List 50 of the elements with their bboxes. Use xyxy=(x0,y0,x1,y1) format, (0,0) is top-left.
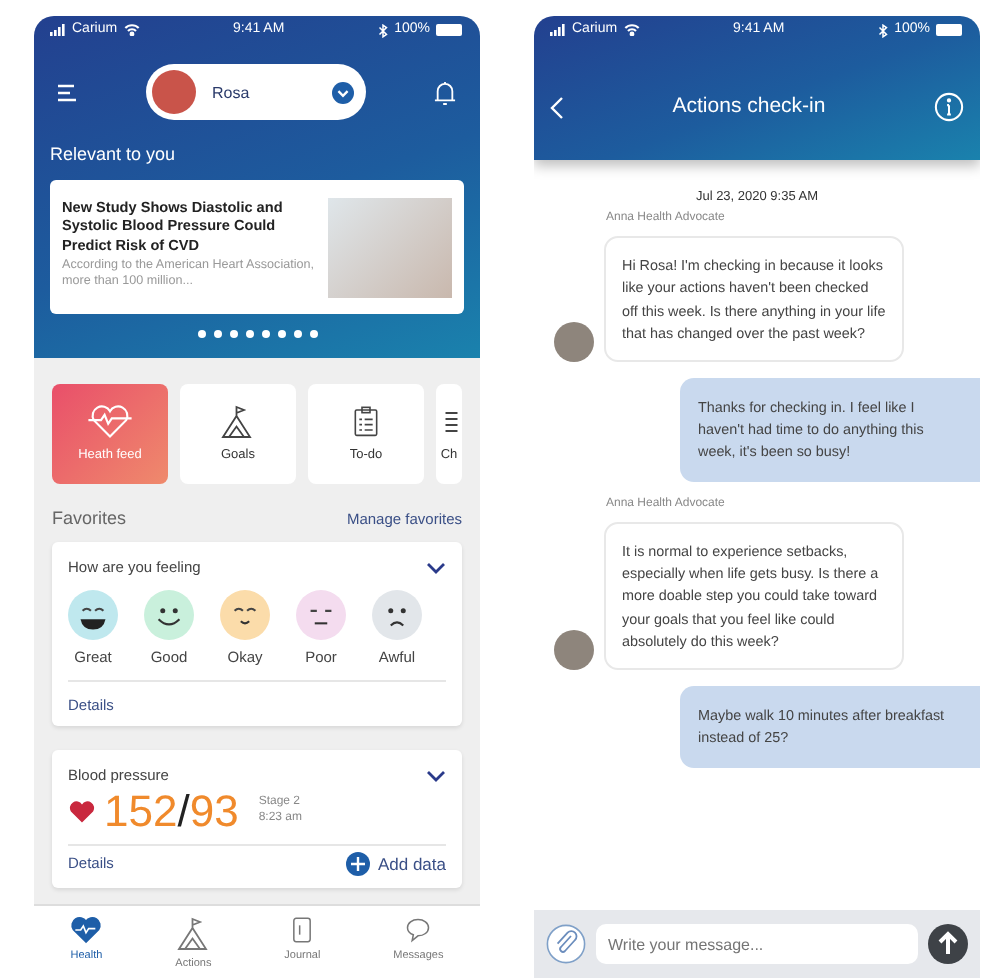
avatar xyxy=(554,321,594,362)
separator: / xyxy=(177,785,190,836)
battery-icon xyxy=(436,24,464,36)
carousel-dot[interactable] xyxy=(277,329,285,338)
mood-face-icon[interactable] xyxy=(144,590,194,641)
photo-placeholder xyxy=(328,197,452,298)
signal-icon xyxy=(550,24,566,36)
bluetooth-icon xyxy=(878,23,889,37)
carousel-dot[interactable] xyxy=(309,329,317,338)
chevron-down-icon xyxy=(332,81,354,103)
chevron-down-icon[interactable] xyxy=(426,769,446,782)
attach-icon[interactable] xyxy=(546,924,586,964)
wifi-icon xyxy=(623,24,640,36)
plus-icon[interactable] xyxy=(345,851,370,876)
speech-bubble-icon xyxy=(404,916,433,944)
heart-icon xyxy=(68,800,96,825)
send-icon[interactable] xyxy=(928,924,968,964)
notification-bell-icon[interactable] xyxy=(434,79,456,105)
heart-pulse-icon xyxy=(70,916,103,944)
diastolic-value: 93 xyxy=(189,785,239,836)
carousel-dot[interactable] xyxy=(213,329,221,338)
mountain-flag-icon xyxy=(175,916,212,952)
section-title: Relevant to you xyxy=(50,144,178,168)
add-data-link[interactable]: Add data xyxy=(377,853,446,874)
menu-icon[interactable] xyxy=(58,83,78,101)
battery-icon xyxy=(936,24,964,36)
mountain-flag-icon xyxy=(220,404,256,441)
wifi-icon xyxy=(123,24,140,36)
back-icon[interactable] xyxy=(550,95,564,119)
carousel-dot[interactable] xyxy=(229,329,237,338)
carousel-dot[interactable] xyxy=(293,329,301,338)
heart-pulse-icon xyxy=(88,404,132,441)
clipboard-icon xyxy=(350,404,382,441)
carousel-dot[interactable] xyxy=(245,329,253,338)
journal-icon xyxy=(288,916,317,944)
screen-title: Actions check-in xyxy=(672,93,826,121)
avatar xyxy=(554,629,594,670)
avatar xyxy=(152,70,196,114)
info-icon[interactable] xyxy=(933,92,964,122)
mood-face-icon[interactable] xyxy=(372,590,422,641)
mood-face-icon[interactable] xyxy=(68,590,118,641)
chevron-down-icon[interactable] xyxy=(426,562,446,575)
bluetooth-icon xyxy=(378,23,389,37)
profile-switcher[interactable]: Rosa xyxy=(146,64,366,120)
carousel-dot[interactable] xyxy=(197,329,205,338)
message-input[interactable]: Write your message... xyxy=(596,924,918,964)
signal-icon xyxy=(50,24,66,36)
favorites-title: Favorites xyxy=(52,507,127,531)
carousel-dot[interactable] xyxy=(261,329,269,338)
systolic-value: 152 xyxy=(104,785,178,836)
